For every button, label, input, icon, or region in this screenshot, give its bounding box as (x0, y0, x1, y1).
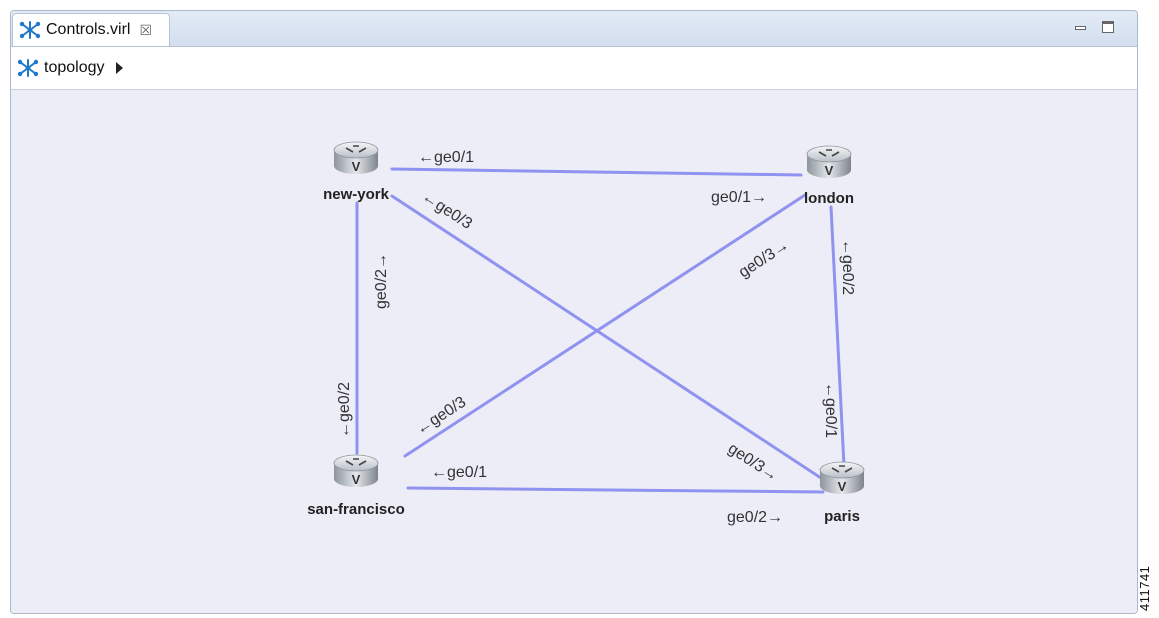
iface-label-paris-sf-ge0-2: ge0/2→ (727, 509, 783, 526)
tab-label: Controls.virl (46, 21, 131, 38)
link-london-sanfrancisco[interactable] (403, 193, 807, 458)
node-label-london: london (804, 190, 854, 207)
breadcrumb-topology[interactable]: topology (44, 59, 105, 77)
maximize-icon[interactable] (1101, 20, 1115, 34)
node-label-paris: paris (824, 508, 860, 525)
topology-diagram: ←ge0/1 ge0/1→ ←ge0/3 ge0/3→ ge0/2→ ←ge0/… (307, 141, 865, 526)
router-icon[interactable]: V (333, 454, 379, 487)
tab-controls-virl[interactable]: Controls.virl ☒ (12, 13, 170, 46)
router-icon[interactable]: V (333, 141, 379, 174)
link-newyork-paris[interactable] (390, 194, 826, 482)
iface-label-london-sf-ge0-3-top: ge0/3→ (736, 237, 792, 282)
breadcrumb: topology (11, 47, 1137, 90)
iface-label-paris-london-ge0-1: ←ge0/1 (822, 382, 839, 438)
iface-label-newyork-sf-ge0-2-top: ge0/2→ (373, 253, 390, 309)
iface-label-london-paris-ge0-2: ←ge0/2 (839, 239, 856, 295)
iface-label-london-newyork-ge0-1: ge0/1→ (711, 189, 767, 206)
node-label-san-francisco: san-francisco (307, 501, 405, 518)
close-icon[interactable]: ☒ (139, 23, 152, 37)
topology-icon (19, 21, 41, 39)
node-label-new-york: new-york (323, 186, 390, 203)
router-icon[interactable]: V (806, 145, 852, 178)
iface-label-newyork-sf-ge0-2-bottom: ←ge0/2 (336, 382, 353, 438)
svg-text:V: V (825, 163, 834, 178)
triangle-right-icon[interactable] (115, 62, 123, 74)
tab-bar: Controls.virl ☒ (11, 11, 1137, 47)
minimize-icon[interactable] (1074, 20, 1088, 34)
iface-label-newyork-paris-ge0-3: ←ge0/3 (419, 188, 475, 233)
figure-id: 411741 (1137, 565, 1152, 611)
link-newyork-london[interactable] (390, 167, 803, 177)
svg-text:V: V (838, 479, 847, 494)
router-icon[interactable]: V (819, 461, 865, 494)
svg-text:V: V (352, 159, 361, 174)
svg-text:V: V (352, 472, 361, 487)
iface-label-newyork-london-ge0-1: ←ge0/1 (418, 149, 474, 166)
editor-window: Controls.virl ☒ topology ←ge0/1 ge0/1→ ←… (10, 10, 1138, 614)
iface-label-sf-paris-ge0-1: ←ge0/1 (431, 464, 487, 481)
topology-icon (17, 59, 39, 77)
link-sanfrancisco-paris[interactable] (406, 486, 825, 494)
topology-canvas[interactable]: ←ge0/1 ge0/1→ ←ge0/3 ge0/3→ ge0/2→ ←ge0/… (11, 90, 1137, 613)
